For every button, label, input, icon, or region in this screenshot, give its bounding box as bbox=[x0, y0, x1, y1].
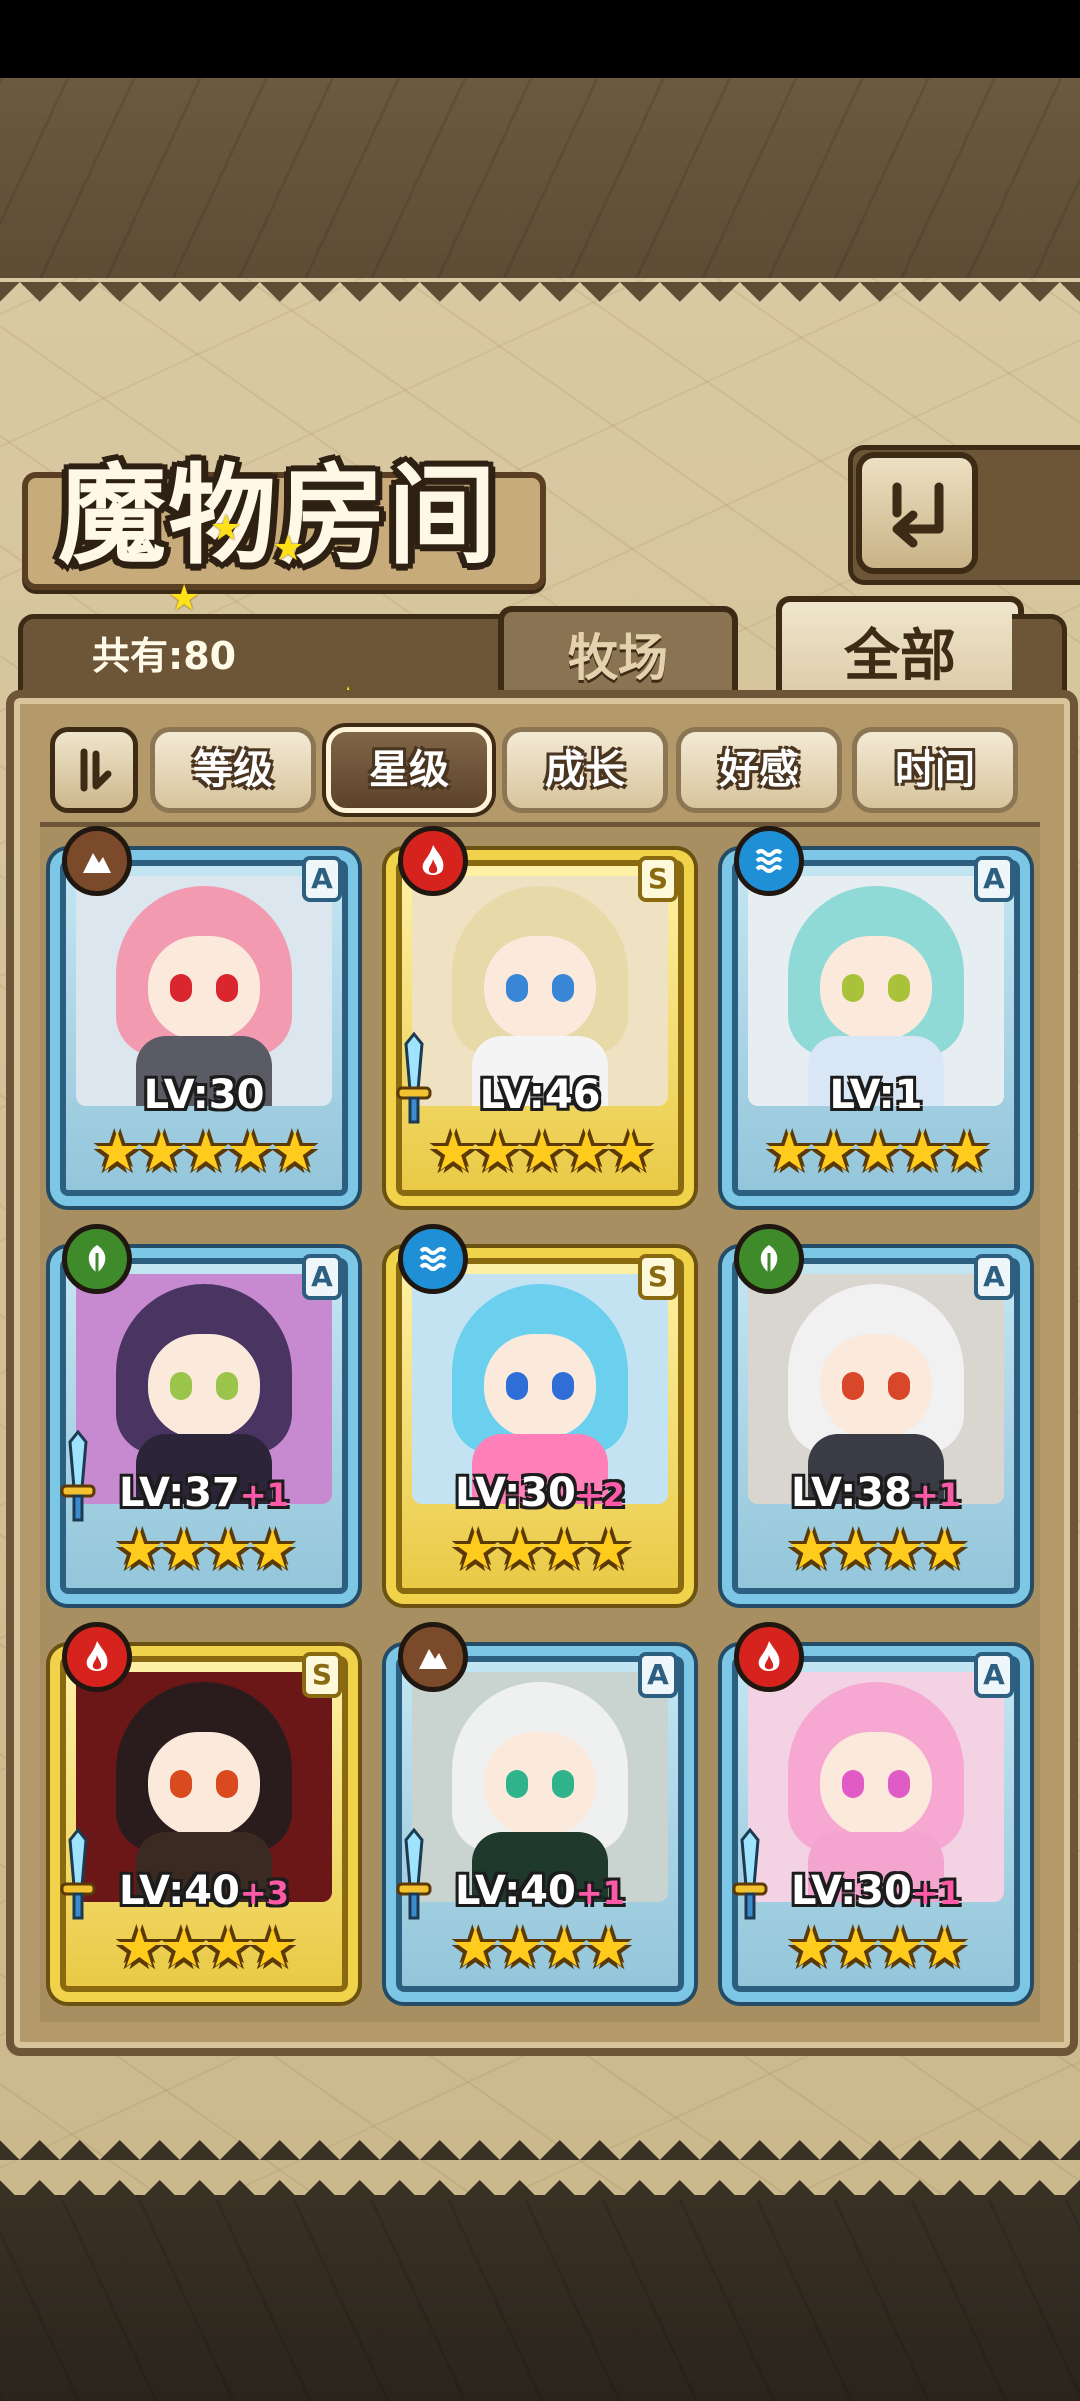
monster-level: LV:30 bbox=[50, 1070, 358, 1120]
monster-level: LV:38+1 bbox=[722, 1468, 1030, 1518]
monster-card[interactable]: A LV:1 ★★★★★ bbox=[722, 820, 1030, 1206]
monster-level: LV:37+1 bbox=[50, 1468, 358, 1518]
sparkle-star-icon: ★ bbox=[168, 578, 201, 619]
sort-toggle-icon bbox=[80, 748, 112, 792]
monster-level: LV:30+1 bbox=[722, 1866, 1030, 1916]
rank-badge: A bbox=[974, 1254, 1014, 1300]
level-bonus: +1 bbox=[575, 1874, 625, 1912]
level-value: LV:1 bbox=[829, 1072, 923, 1118]
level-value: LV:38 bbox=[791, 1470, 912, 1516]
map-background-top bbox=[0, 78, 1080, 278]
filter-level-button[interactable]: 等级 bbox=[150, 727, 316, 813]
monster-level: LV:30+2 bbox=[386, 1468, 694, 1518]
star-rating: ★★★★★ bbox=[92, 1120, 319, 1183]
star-rating: ★★★★ bbox=[451, 1916, 633, 1979]
water-element-icon bbox=[398, 1224, 468, 1294]
back-button[interactable] bbox=[856, 452, 978, 574]
rank-badge: S bbox=[638, 1254, 678, 1300]
rank-badge: A bbox=[974, 856, 1014, 902]
monster-card[interactable]: S LV:40+3 ★★★★ bbox=[50, 1616, 358, 2002]
level-bonus: +1 bbox=[911, 1476, 961, 1514]
filter-affection-button[interactable]: 好感 bbox=[676, 727, 842, 813]
star-rating: ★★★★★ bbox=[764, 1120, 991, 1183]
map-background-bottom bbox=[0, 2195, 1080, 2401]
wood-element-icon bbox=[734, 1224, 804, 1294]
level-value: LV:46 bbox=[479, 1072, 601, 1118]
rank-badge: A bbox=[974, 1652, 1014, 1698]
rank-badge: A bbox=[302, 1254, 342, 1300]
fire-element-icon bbox=[734, 1622, 804, 1692]
sort-order-toggle[interactable] bbox=[50, 727, 138, 813]
monster-level: LV:40+1 bbox=[386, 1866, 694, 1916]
level-value: LV:40 bbox=[119, 1868, 240, 1914]
sparkle-star-icon: ★ bbox=[210, 508, 243, 549]
wood-element-icon bbox=[62, 1224, 132, 1294]
monster-level: LV:1 bbox=[722, 1070, 1030, 1120]
level-value: LV:30 bbox=[143, 1072, 265, 1118]
monster-card[interactable]: A LV:40+1 ★★★★ bbox=[386, 1616, 694, 2002]
level-value: LV:30 bbox=[455, 1470, 576, 1516]
water-element-icon bbox=[734, 826, 804, 896]
monster-card[interactable]: A LV:30+1 ★★★★ bbox=[722, 1616, 1030, 2002]
monster-card[interactable]: A LV:30 ★★★★★ bbox=[50, 820, 358, 1206]
monster-card[interactable]: S LV:30+2 ★★★★ bbox=[386, 1218, 694, 1604]
filter-star-button[interactable]: 星级 bbox=[326, 727, 492, 813]
earth-element-icon bbox=[398, 1622, 468, 1692]
filter-growth-button[interactable]: 成长 bbox=[502, 727, 668, 813]
level-bonus: +1 bbox=[239, 1476, 289, 1514]
level-value: LV:40 bbox=[455, 1868, 576, 1914]
earth-element-icon bbox=[62, 826, 132, 896]
star-rating: ★★★★ bbox=[787, 1916, 969, 1979]
rank-badge: A bbox=[302, 856, 342, 902]
monster-card[interactable]: S LV:46 ★★★★★ bbox=[386, 820, 694, 1206]
fire-element-icon bbox=[398, 826, 468, 896]
star-rating: ★★★★ bbox=[787, 1518, 969, 1581]
monster-count: 共有:80 bbox=[92, 634, 237, 678]
star-rating: ★★★★★ bbox=[428, 1120, 655, 1183]
monster-level: LV:40+3 bbox=[50, 1866, 358, 1916]
monster-card[interactable]: A LV:37+1 ★★★★ bbox=[50, 1218, 358, 1604]
level-value: LV:30 bbox=[791, 1868, 912, 1914]
return-arrow-icon bbox=[892, 482, 944, 548]
star-rating: ★★★★ bbox=[451, 1518, 633, 1581]
level-bonus: +2 bbox=[575, 1476, 625, 1514]
fire-element-icon bbox=[62, 1622, 132, 1692]
filter-time-button[interactable]: 时间 bbox=[852, 727, 1018, 813]
status-bar bbox=[0, 0, 1080, 78]
torn-edge-top bbox=[0, 282, 1080, 322]
sparkle-star-icon: ★ bbox=[272, 528, 305, 569]
torn-edge-bottom bbox=[0, 2130, 1080, 2200]
rank-badge: S bbox=[638, 856, 678, 902]
rank-badge: A bbox=[638, 1652, 678, 1698]
rank-badge: S bbox=[302, 1652, 342, 1698]
level-bonus: +3 bbox=[239, 1874, 289, 1912]
monster-level: LV:46 bbox=[386, 1070, 694, 1120]
level-bonus: +1 bbox=[911, 1874, 961, 1912]
star-rating: ★★★★ bbox=[115, 1518, 297, 1581]
star-rating: ★★★★ bbox=[115, 1916, 297, 1979]
monster-card[interactable]: A LV:38+1 ★★★★ bbox=[722, 1218, 1030, 1604]
level-value: LV:37 bbox=[119, 1470, 240, 1516]
